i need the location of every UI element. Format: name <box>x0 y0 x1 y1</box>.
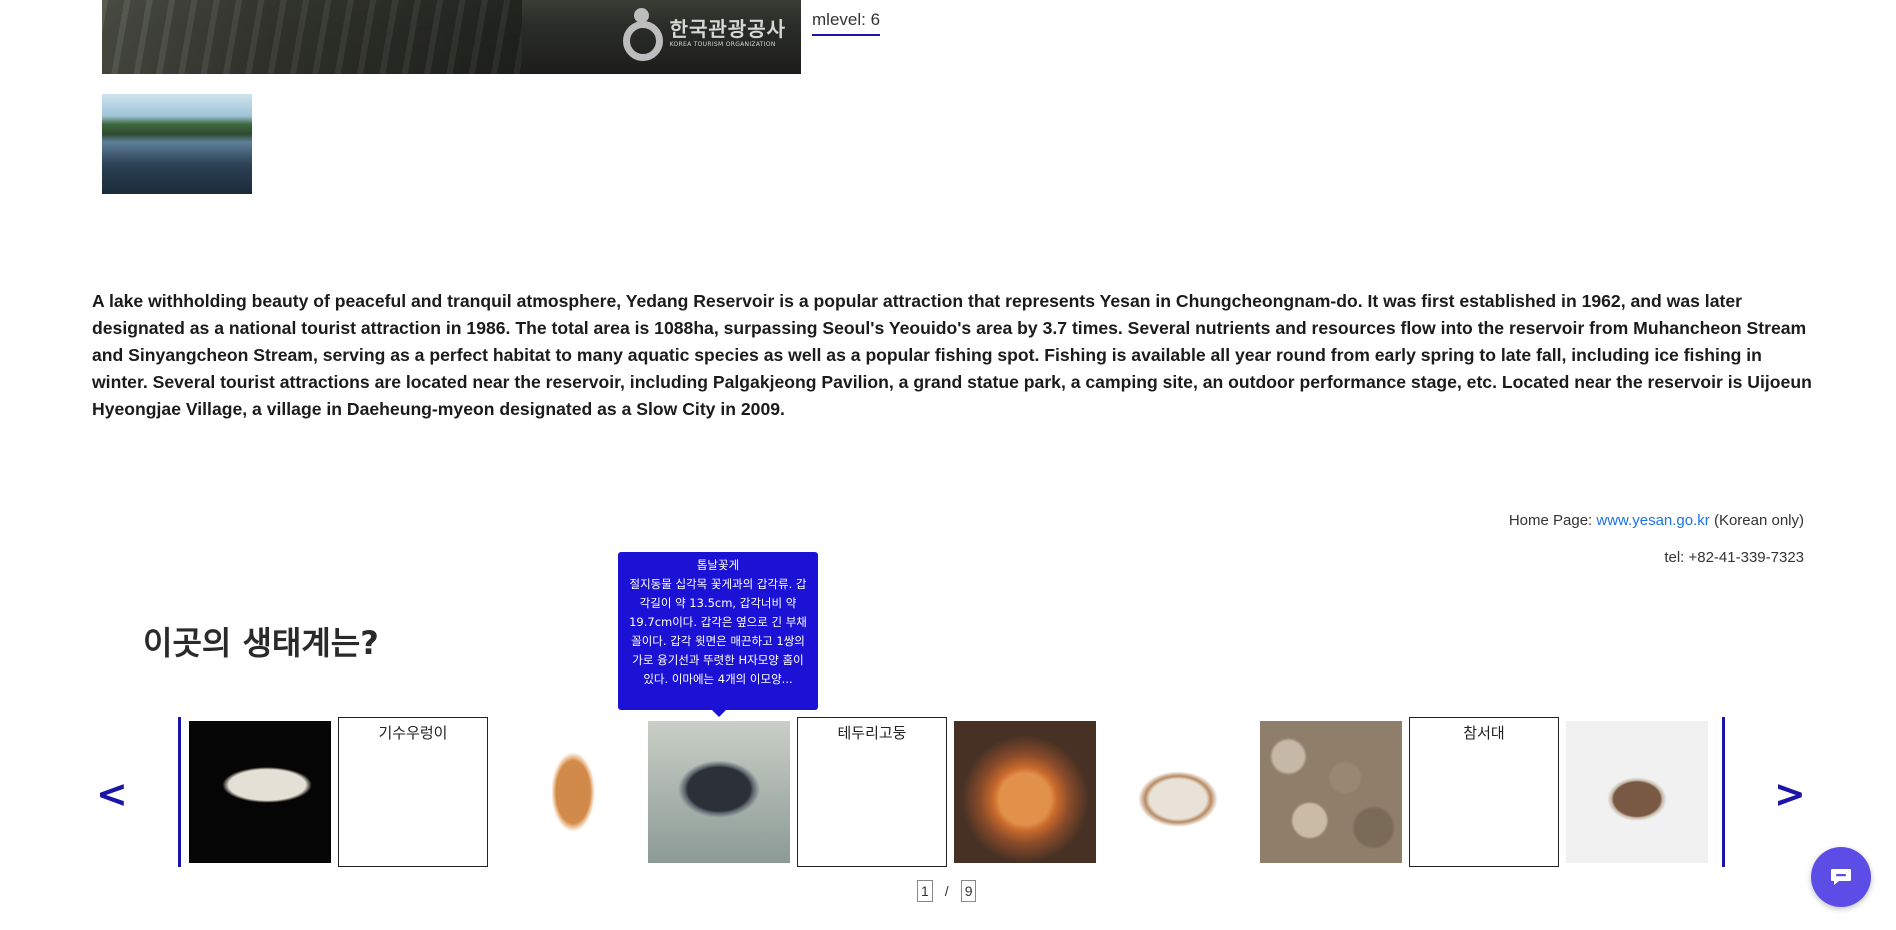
crab-photo <box>648 721 790 863</box>
mlevel-indicator: mlevel: 6 <box>812 10 881 36</box>
kto-logo: 한국관광공사 KOREA TOURISM ORGANIZATION <box>620 8 786 61</box>
homepage-note: (Korean only) <box>1709 512 1804 529</box>
homepage-line: Home Page: www.yesan.go.kr (Korean only) <box>1509 512 1804 529</box>
species-tooltip: 톱날꽃게 절지동물 십각목 꽃게과의 갑각류. 갑각길이 약 13.5cm, 갑… <box>618 552 818 717</box>
carousel-prev-button[interactable]: < <box>96 775 128 813</box>
species-card-mantis-shrimp[interactable] <box>185 717 335 867</box>
homepage-link[interactable]: www.yesan.go.kr <box>1596 512 1709 529</box>
kto-logo-icon <box>620 8 664 61</box>
carousel-pager: 1 / 9 <box>917 880 977 902</box>
whelk-shell-photo <box>1107 721 1249 863</box>
hero-stairs-photo <box>102 0 522 74</box>
pager-current-page: 1 <box>917 880 933 902</box>
tooltip-species-name: 톱날꽃게 <box>696 558 740 572</box>
telephone: tel: +82-41-339-7323 <box>1664 549 1804 566</box>
species-card-crayfish[interactable] <box>491 717 641 867</box>
mantis-shrimp-photo <box>189 721 331 863</box>
species-card-label: 참서대 <box>1463 724 1505 742</box>
ecosystem-title: 이곳의 생태계는? <box>143 624 379 662</box>
species-carousel: 기수우렁이 테두리고둥 참서대 <box>178 717 1725 867</box>
species-card-scallop[interactable] <box>950 717 1100 867</box>
species-card-cockle[interactable] <box>1562 717 1712 867</box>
species-card-whelk[interactable] <box>1103 717 1253 867</box>
species-card-empty[interactable]: 기수우렁이 <box>338 717 488 867</box>
species-card-clams[interactable] <box>1256 717 1406 867</box>
crayfish-photo <box>495 721 637 863</box>
carousel-next-button[interactable]: > <box>1774 775 1806 813</box>
tooltip-species-description: 절지동물 십각목 꽃게과의 갑각류. 갑각길이 약 13.5cm, 갑각너비 약… <box>629 577 807 686</box>
reservoir-thumbnail[interactable] <box>102 94 252 194</box>
attraction-description: A lake withholding beauty of peaceful an… <box>92 291 1812 419</box>
species-card-label: 기수우렁이 <box>378 724 448 742</box>
species-card-empty[interactable]: 참서대 <box>1409 717 1559 867</box>
chat-button[interactable] <box>1811 847 1871 907</box>
homepage-label: Home Page: <box>1508 512 1597 529</box>
chat-icon <box>1831 869 1851 885</box>
logo-korean-text: 한국관광공사 <box>669 16 786 41</box>
species-card-crab[interactable] <box>644 717 794 867</box>
logo-english-text: KOREA TOURISM ORGANIZATION <box>669 40 776 48</box>
hero-image: 한국관광공사 KOREA TOURISM ORGANIZATION <box>102 0 801 74</box>
pager-separator: / <box>944 883 949 899</box>
pager-total-pages: 9 <box>960 880 977 902</box>
species-card-empty[interactable]: 테두리고둥 <box>797 717 947 867</box>
cockle-photo <box>1566 721 1708 863</box>
scallop-photo <box>954 721 1096 863</box>
clams-photo <box>1260 721 1402 863</box>
species-card-label: 테두리고둥 <box>837 724 907 742</box>
